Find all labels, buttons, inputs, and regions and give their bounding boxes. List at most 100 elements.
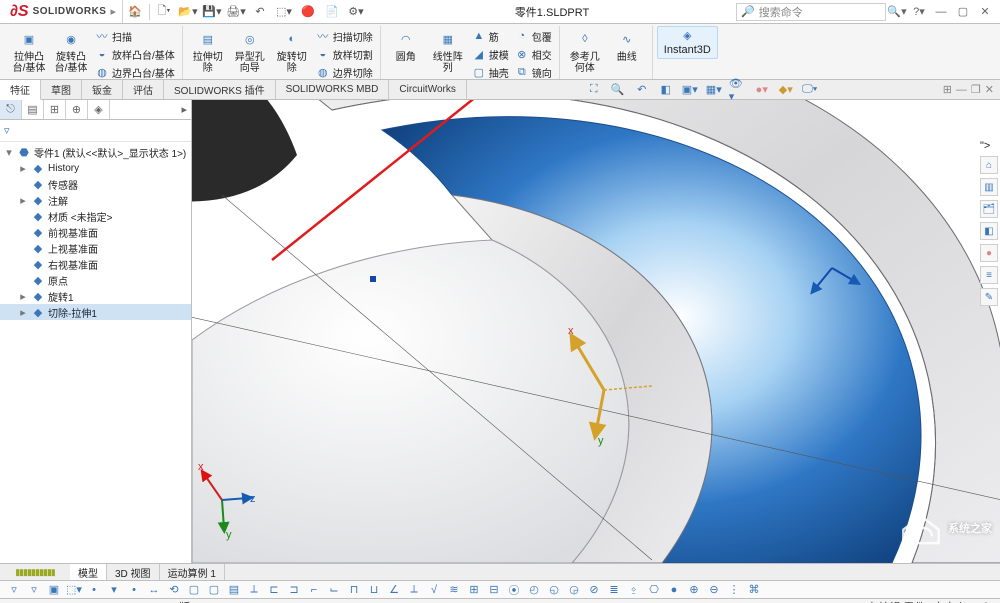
tree-node-0[interactable]: ▸◆History: [0, 160, 191, 176]
bottom-tool-14[interactable]: ⊐: [286, 583, 302, 597]
apply-scene-button[interactable]: ◆▾: [777, 82, 795, 98]
tree-node-6[interactable]: ◆右视基准面: [0, 256, 191, 272]
feature-tree-tab[interactable]: ⎋: [0, 100, 22, 119]
bottom-tool-37[interactable]: ⌘: [746, 583, 762, 597]
display-style-button[interactable]: ▦▾: [705, 82, 723, 98]
bottom-tab-2[interactable]: 运动算例 1: [160, 564, 225, 580]
bottom-tool-21[interactable]: √: [426, 583, 442, 597]
zoom-area-button[interactable]: 🔍: [609, 82, 627, 98]
tree-node-1[interactable]: ◆传感器: [0, 176, 191, 192]
search-commands-input[interactable]: 🔎 搜索命令: [736, 3, 886, 21]
bottom-tool-4[interactable]: •: [86, 583, 102, 597]
tree-filter-bar[interactable]: ▿: [0, 120, 191, 142]
graphics-viewport[interactable]: x y x y z "> ⌂ ▥: [192, 100, 1000, 563]
tree-node-7[interactable]: ◆原点: [0, 272, 191, 288]
taskpane-design-library-icon[interactable]: ▥: [980, 178, 998, 196]
sweep-cut-button[interactable]: 〰扫描切除: [313, 28, 376, 44]
undo-button[interactable]: ↶: [248, 2, 272, 22]
bottom-tool-27[interactable]: ◵: [546, 583, 562, 597]
bottom-tool-35[interactable]: ⊖: [706, 583, 722, 597]
bottom-tool-36[interactable]: ⋮: [726, 583, 742, 597]
rib-button[interactable]: ▲筋: [469, 28, 512, 44]
curves-button[interactable]: ∿曲线: [606, 26, 648, 63]
view-settings-button[interactable]: 🖵▾: [801, 82, 819, 98]
bottom-tool-29[interactable]: ⊘: [586, 583, 602, 597]
zoom-fit-button[interactable]: ⛶: [585, 82, 603, 98]
search-dropdown[interactable]: 🔍▾: [886, 3, 908, 21]
tree-twisty-icon[interactable]: ▸: [18, 306, 28, 319]
select-button[interactable]: ⬚▾: [272, 2, 296, 22]
command-tab-3[interactable]: 评估: [123, 80, 164, 99]
maximize-button[interactable]: ▢: [952, 3, 974, 21]
linear-pattern-button[interactable]: ▦线性阵 列: [427, 26, 469, 74]
settings-button[interactable]: ⚙▾: [344, 2, 368, 22]
hide-show-button[interactable]: 👁▾: [729, 82, 747, 98]
bottom-tool-24[interactable]: ⊟: [486, 583, 502, 597]
bottom-tool-1[interactable]: ▿: [26, 583, 42, 597]
pane-close-icon[interactable]: ✕: [985, 83, 994, 96]
left-panel-overflow[interactable]: ▸: [110, 100, 191, 119]
command-tab-4[interactable]: SOLIDWORKS 插件: [164, 80, 276, 99]
pane-restore-icon[interactable]: ❐: [971, 83, 981, 96]
boundary-boss-button[interactable]: ◍边界凸台/基体: [92, 64, 178, 80]
hole-wizard-button[interactable]: ◎异型孔 向导: [229, 26, 271, 74]
bottom-tool-16[interactable]: ⌙: [326, 583, 342, 597]
taskpane-view-palette-icon[interactable]: ◧: [980, 222, 998, 240]
options-button[interactable]: 📄: [320, 2, 344, 22]
loft-boss-button[interactable]: ◒放样凸台/基体: [92, 46, 178, 62]
bottom-tool-13[interactable]: ⊏: [266, 583, 282, 597]
property-manager-tab[interactable]: ▤: [22, 100, 44, 119]
bottom-tool-7[interactable]: ↔: [146, 583, 162, 597]
bottom-tool-6[interactable]: •: [126, 583, 142, 597]
extrude-cut-button[interactable]: ▤拉伸切 除: [187, 26, 229, 74]
tab-handle[interactable]: ▮▮▮▮▮▮▮▮▮▮: [0, 564, 70, 580]
prev-view-button[interactable]: ↶: [633, 82, 651, 98]
bottom-tool-15[interactable]: ⌐: [306, 583, 322, 597]
display-manager-tab[interactable]: ◈: [88, 100, 110, 119]
extrude-boss-button[interactable]: ▣拉伸凸 台/基体: [8, 26, 50, 74]
tree-node-4[interactable]: ◆前视基准面: [0, 224, 191, 240]
tree-twisty-icon[interactable]: ▸: [18, 290, 28, 303]
close-button[interactable]: ✕: [974, 3, 996, 21]
tree-node-8[interactable]: ▸◆旋转1: [0, 288, 191, 304]
bottom-tab-1[interactable]: 3D 视图: [107, 564, 160, 580]
instant3d-button[interactable]: ◈ Instant3D: [657, 26, 718, 59]
tree-node-5[interactable]: ◆上视基准面: [0, 240, 191, 256]
pane-pin-icon[interactable]: ⊞: [943, 83, 952, 96]
shell-button[interactable]: ▢抽壳: [469, 64, 512, 80]
bottom-tool-19[interactable]: ∠: [386, 583, 402, 597]
save-button[interactable]: 💾▾: [200, 2, 224, 22]
rebuild-button[interactable]: 🔴: [296, 2, 320, 22]
bottom-tool-11[interactable]: ▤: [226, 583, 242, 597]
print-button[interactable]: 🖨▾: [224, 2, 248, 22]
taskpane-forum-icon[interactable]: ✎: [980, 288, 998, 306]
tree-twisty-icon[interactable]: ▸: [18, 162, 28, 175]
taskpane-appearances-icon[interactable]: ●: [980, 244, 998, 262]
draft-button[interactable]: ◢拔模: [469, 46, 512, 62]
bottom-tool-8[interactable]: ⟲: [166, 583, 182, 597]
bottom-tool-34[interactable]: ⊕: [686, 583, 702, 597]
bottom-tool-30[interactable]: ≣: [606, 583, 622, 597]
bottom-tool-17[interactable]: ⊓: [346, 583, 362, 597]
home-button[interactable]: 🏠: [123, 2, 147, 22]
bottom-tool-10[interactable]: ▢: [206, 583, 222, 597]
configuration-tab[interactable]: ⊞: [44, 100, 66, 119]
tree-twisty-icon[interactable]: ▾: [4, 146, 14, 159]
status-custom-menu[interactable]: 自定义 ▾: [933, 599, 975, 603]
bottom-tool-12[interactable]: ⟂: [246, 583, 262, 597]
minimize-button[interactable]: —: [930, 3, 952, 21]
status-help-icon[interactable]: ？: [983, 599, 994, 603]
bottom-tool-18[interactable]: ⊔: [366, 583, 382, 597]
command-tab-1[interactable]: 草图: [41, 80, 82, 99]
bottom-tool-31[interactable]: ⍚: [626, 583, 642, 597]
open-button[interactable]: 📂▾: [176, 2, 200, 22]
bottom-tool-23[interactable]: ⊞: [466, 583, 482, 597]
loft-cut-button[interactable]: ◒放样切割: [313, 46, 376, 62]
edit-appearance-button[interactable]: ●▾: [753, 82, 771, 98]
tree-node-3[interactable]: ◆材质 <未指定>: [0, 208, 191, 224]
bottom-tool-3[interactable]: ⬚▾: [66, 583, 82, 597]
ref-geom-button[interactable]: ◊参考几 何体: [564, 26, 606, 74]
tree-root[interactable]: ▾ ⬣ 零件1 (默认<<默认>_显示状态 1>): [0, 144, 191, 160]
revolve-boss-button[interactable]: ◉旋转凸 台/基体: [50, 26, 92, 74]
pane-min-icon[interactable]: —: [956, 84, 967, 96]
